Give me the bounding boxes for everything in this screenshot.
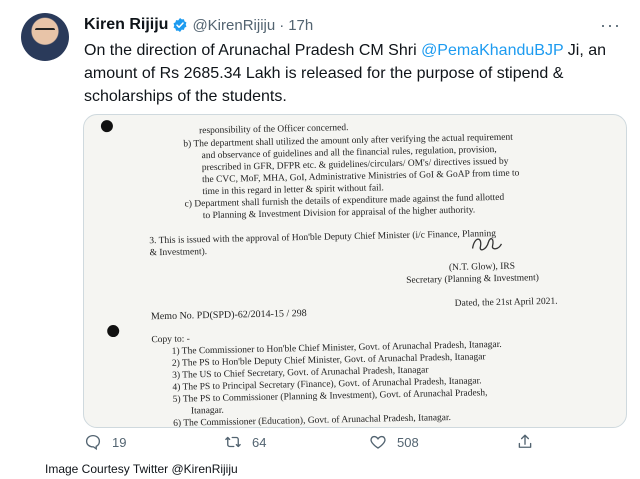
tweet-card: Kiren Rijiju @KirenRijiju · 17h ··· On t… (0, 0, 640, 455)
retweet-count: 64 (252, 434, 267, 450)
doc-line: Copy to: - (151, 334, 191, 346)
punch-hole-mark (107, 324, 120, 338)
reply-icon (85, 434, 101, 451)
document-page: responsibility of the Officer concerned.… (84, 115, 626, 427)
author-name[interactable]: Kiren Rijiju (84, 16, 168, 34)
author-handle[interactable]: @KirenRijiju (192, 17, 275, 34)
punch-hole-mark (100, 120, 114, 133)
retweet-button[interactable]: 64 (224, 433, 266, 451)
tweet-text: On the direction of Arunachal Pradesh CM… (84, 39, 624, 108)
retweet-icon (225, 436, 241, 448)
like-button[interactable]: 508 (369, 433, 419, 451)
reply-count: 19 (112, 434, 127, 450)
author-avatar[interactable] (21, 13, 69, 61)
image-caption: Image Courtesy Twitter @KirenRijiju (45, 462, 238, 476)
reply-button[interactable]: 19 (84, 433, 126, 451)
doc-line: Memo No. PD(SPD)-62/2014-15 / 298 (150, 308, 307, 323)
signature-mark (471, 237, 503, 251)
share-icon (518, 434, 532, 448)
header-separator: · (279, 16, 285, 34)
doc-line: 3. This is issued with the approval of H… (149, 229, 497, 247)
tweet-text-before: On the direction of Arunachal Pradesh CM… (84, 42, 422, 59)
mention-link[interactable]: @PemaKhanduBJP (421, 42, 563, 59)
doc-line: responsibility of the Officer concerned. (198, 123, 349, 137)
attached-document-image[interactable]: responsibility of the Officer concerned.… (83, 114, 627, 428)
doc-line: & Investment). (149, 247, 208, 259)
share-button[interactable] (516, 433, 544, 451)
heart-icon (370, 435, 386, 449)
doc-line: Secretary (Planning & Investment) (406, 273, 539, 286)
verified-badge-icon (173, 18, 187, 32)
doc-line: Dated, the 21st April 2021. (454, 296, 558, 309)
doc-line: Itanagar. (190, 405, 224, 417)
tweet-timestamp[interactable]: 17h (288, 17, 313, 34)
tweet-header: Kiren Rijiju @KirenRijiju · 17h (84, 15, 313, 35)
like-count: 508 (397, 434, 419, 450)
more-options-icon[interactable]: ··· (600, 15, 621, 36)
tweet-actions: 19 64 508 (84, 433, 624, 455)
doc-line: (N.T. Glow), IRS (448, 261, 516, 274)
